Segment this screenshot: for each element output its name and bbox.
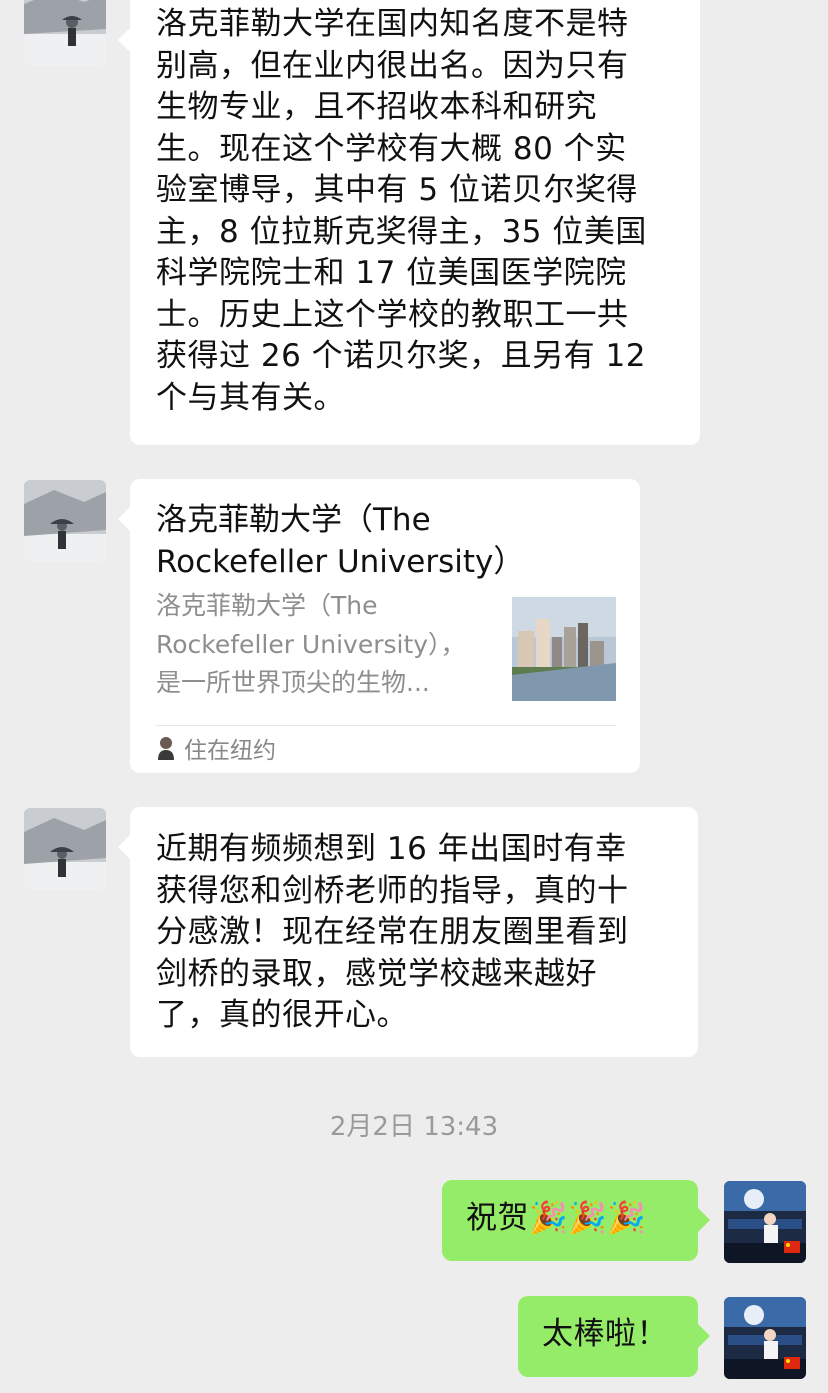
my-avatar[interactable] <box>724 1297 806 1379</box>
contact-avatar[interactable] <box>24 808 106 890</box>
link-card-divider <box>156 725 616 726</box>
link-card[interactable]: 洛克菲勒大学（The Rockefeller University） 洛克菲勒大… <box>118 479 640 773</box>
message-bubble-outgoing[interactable]: 太棒啦！ <box>518 1296 710 1377</box>
link-card-source: 住在纽约 <box>156 731 276 765</box>
contact-avatar[interactable] <box>24 480 106 562</box>
message-text: 太棒啦！ <box>542 1316 668 1352</box>
stage-performer-avatar-icon <box>724 1181 806 1263</box>
message-text: 祝贺🎉🎉🎉 <box>466 1200 647 1236</box>
message-bubble-outgoing[interactable]: 祝贺🎉🎉🎉 <box>442 1180 710 1261</box>
snow-scene-avatar-icon <box>24 0 106 66</box>
message-bubble[interactable]: 近期有频频想到 16 年出国时有幸 获得您和剑桥老师的指导，真的十 分感激！现在… <box>118 807 698 1057</box>
snow-scene-avatar-icon <box>24 808 106 890</box>
stage-performer-avatar-icon <box>724 1297 806 1379</box>
message-bubble[interactable]: 洛克菲勒大学在国内知名度不是特 别高，但在业内很出名。因为只有 生物专业，且不招… <box>118 0 700 445</box>
link-card-source-label: 住在纽约 <box>184 738 276 764</box>
snow-scene-avatar-icon <box>24 480 106 562</box>
chat-timestamp: 2月2日 13:43 <box>329 1112 499 1142</box>
link-card-description: 洛克菲勒大学（The Rockefeller University）， 是一所世… <box>156 591 466 697</box>
contact-avatar[interactable] <box>24 0 106 66</box>
message-text: 洛克菲勒大学在国内知名度不是特 别高，但在业内很出名。因为只有 生物专业，且不招… <box>156 6 647 416</box>
link-card-thumbnail <box>512 597 616 701</box>
my-avatar[interactable] <box>724 1181 806 1263</box>
message-text: 近期有频频想到 16 年出国时有幸 获得您和剑桥老师的指导，真的十 分感激！现在… <box>156 831 629 1033</box>
person-avatar-icon <box>158 737 174 760</box>
link-card-title: 洛克菲勒大学（The Rockefeller University） <box>156 502 525 580</box>
